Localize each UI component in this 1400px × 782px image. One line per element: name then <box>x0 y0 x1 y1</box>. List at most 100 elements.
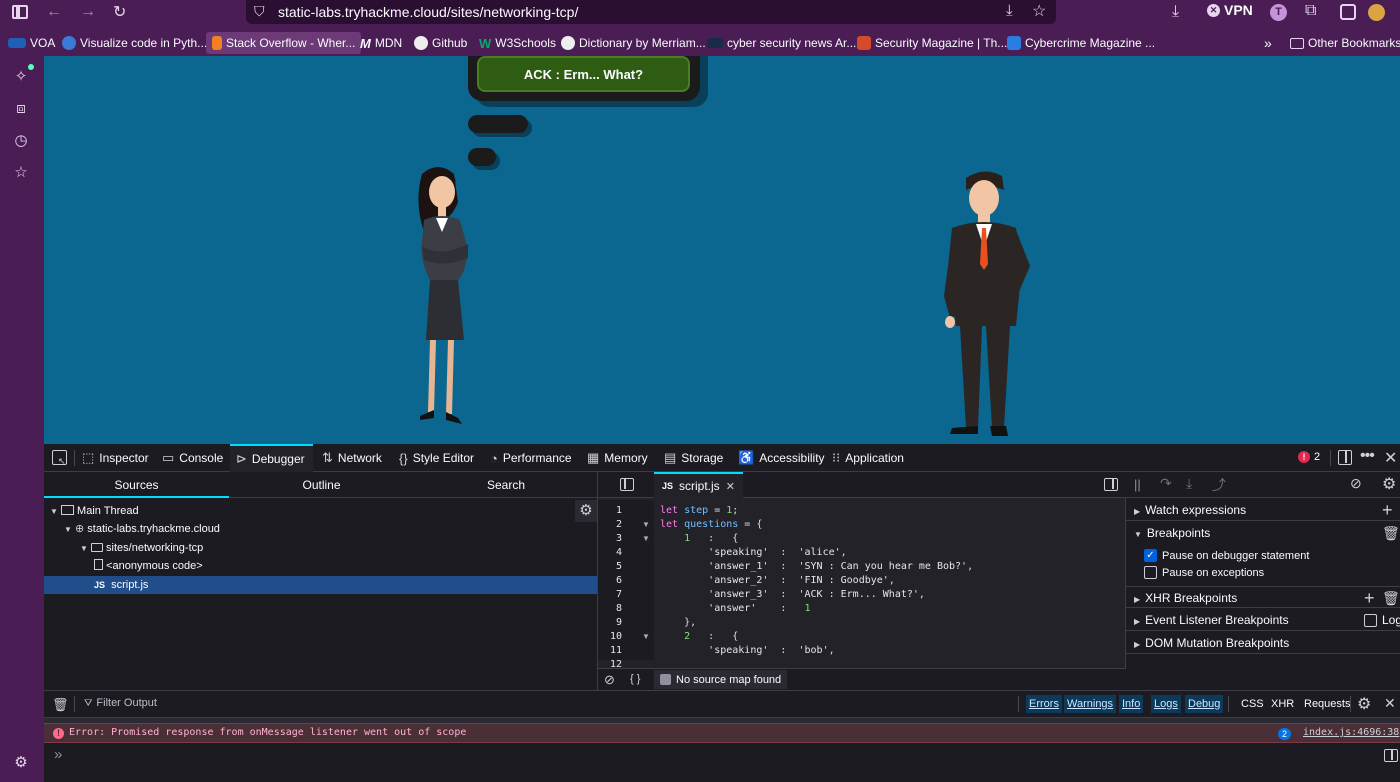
line-number[interactable]: 1 <box>598 504 622 518</box>
trash-icon[interactable]: 🗑 <box>1382 587 1400 609</box>
history-icon[interactable]: ◷ <box>12 132 30 150</box>
fold-toggle-icon[interactable]: ▼ <box>642 630 650 644</box>
toggle-sources-panel-icon[interactable] <box>620 478 634 491</box>
back-icon[interactable]: ← <box>46 3 62 21</box>
filter-css-button[interactable]: CSS <box>1238 695 1267 713</box>
url-text[interactable]: static-labs.tryhackme.cloud/sites/networ… <box>278 4 578 20</box>
bookmark-cybernews[interactable]: cyber security news Ar... <box>707 34 856 52</box>
pause-debugger-option[interactable]: ✓ Pause on debugger statement <box>1144 549 1309 562</box>
bookmark-mdn[interactable]: M MDN <box>360 34 402 52</box>
bookmark-cybercrime[interactable]: Cybercrime Magazine ... <box>1007 34 1155 52</box>
other-bookmarks[interactable]: Other Bookmarks <box>1290 34 1400 52</box>
add-watch-icon[interactable]: + <box>1382 499 1393 521</box>
event-listener-breakpoints-header[interactable]: ▶ Event Listener Breakpoints Log <box>1126 609 1400 631</box>
tab-sources[interactable]: Sources <box>44 472 229 498</box>
console-error-message[interactable]: ! Error: Promised response from onMessag… <box>44 723 1400 743</box>
sidebar-toggle-icon[interactable] <box>12 5 28 19</box>
bookmark-star-icon[interactable]: ☆ <box>1032 1 1046 21</box>
deactivate-breakpoints-icon[interactable]: ⊘ <box>1350 475 1362 492</box>
synced-tabs-icon[interactable]: ⧈ <box>12 100 30 118</box>
filter-output-input[interactable]: ⛛ Filter Output <box>84 697 157 709</box>
bookmarks-star-icon[interactable]: ☆ <box>12 164 30 182</box>
fold-toggle-icon[interactable]: ▼ <box>642 518 650 532</box>
tree-folder[interactable]: ▼ sites/networking-tcp <box>80 539 203 557</box>
line-number[interactable]: 8 <box>598 602 622 616</box>
filter-errors-button[interactable]: Errors <box>1026 695 1062 713</box>
extension-cookie-icon[interactable] <box>1368 4 1385 21</box>
tab-search[interactable]: Search <box>414 472 598 498</box>
filter-info-button[interactable]: Info <box>1119 695 1144 713</box>
extension-square-icon[interactable] <box>1340 4 1356 20</box>
tab-accessibility[interactable]: ♿ Accessibility <box>738 444 825 472</box>
bookmark-merriam[interactable]: Dictionary by Merriam... <box>561 34 706 52</box>
tab-memory[interactable]: ▦ Memory <box>587 444 648 472</box>
close-tab-icon[interactable]: ✕ <box>726 480 735 493</box>
tab-outline[interactable]: Outline <box>229 472 414 498</box>
tab-performance[interactable]: ◔ Performance <box>490 444 572 472</box>
tree-main-thread[interactable]: ▼ Main Thread <box>50 502 139 520</box>
error-count-badge[interactable]: ! 2 <box>1298 451 1320 463</box>
watch-expressions-header[interactable]: ▶ Watch expressions + <box>1126 499 1400 521</box>
line-number[interactable]: 3 <box>598 532 622 546</box>
toggle-right-panel-icon[interactable] <box>1104 478 1118 491</box>
reload-icon[interactable]: ↻ <box>113 2 126 22</box>
bookmark-security-magazine[interactable]: Security Magazine | Th... <box>857 34 1007 52</box>
step-over-icon[interactable]: ↷ <box>1160 475 1172 492</box>
downloads-icon[interactable]: ⤓ <box>1172 3 1179 21</box>
pause-icon[interactable]: || <box>1134 477 1141 492</box>
ack-answer-button[interactable]: ACK : Erm... What? <box>477 56 690 92</box>
extensions-icon[interactable]: ⧉ <box>1305 2 1316 20</box>
xhr-breakpoints-header[interactable]: ▶ XHR Breakpoints + 🗑 <box>1126 586 1400 608</box>
line-number[interactable]: 11 <box>598 644 622 658</box>
editor-tab-script-js[interactable]: JS script.js ✕ <box>654 472 743 498</box>
dock-side-icon[interactable] <box>1338 450 1352 465</box>
braces-icon[interactable]: { } <box>630 673 640 685</box>
close-split-console-icon[interactable]: ✕ <box>1384 695 1396 712</box>
filter-warnings-button[interactable]: Warnings <box>1064 695 1117 713</box>
source-map-status[interactable]: No source map found <box>654 670 788 689</box>
dom-mutation-breakpoints-header[interactable]: ▶ DOM Mutation Breakpoints <box>1126 632 1400 654</box>
add-xhr-breakpoint-icon[interactable]: + <box>1364 587 1375 609</box>
bookmarks-overflow-chevron-icon[interactable]: » <box>1264 34 1272 52</box>
trash-icon[interactable]: 🗑 <box>1382 522 1400 544</box>
toggle-editor-mode-icon[interactable] <box>1384 749 1398 762</box>
line-number[interactable]: 7 <box>598 588 622 602</box>
clear-console-trash-icon[interactable]: 🗑 <box>52 697 69 713</box>
line-number[interactable]: 2 <box>598 518 622 532</box>
tab-inspector[interactable]: ⬚ Inspector <box>82 444 149 472</box>
step-in-icon[interactable]: ⤓ <box>1186 475 1192 492</box>
filter-xhr-button[interactable]: XHR <box>1268 695 1297 713</box>
tab-debugger[interactable]: ⊳ Debugger <box>230 444 313 472</box>
settings-gear-icon[interactable]: ⚙ <box>575 500 597 522</box>
console-input[interactable]: » <box>44 744 1400 782</box>
bookmark-w3schools[interactable]: W W3Schools <box>479 34 556 52</box>
tab-console[interactable]: ▭ Console <box>162 444 223 472</box>
line-number[interactable]: 5 <box>598 560 622 574</box>
filter-debug-button[interactable]: Debug <box>1185 695 1224 713</box>
line-gutter[interactable]: 1 2 ▼ 3 ▼ 4 5 6 7 8 9 10 ▼ 11 12 <box>598 500 654 670</box>
forward-icon[interactable]: → <box>80 3 96 21</box>
tree-domain[interactable]: ▼ ⊕ static-labs.tryhackme.cloud <box>64 520 220 538</box>
debugger-settings-icon[interactable]: ⚙ <box>1382 474 1396 494</box>
tab-application[interactable]: ⁝⁝ Application <box>832 444 904 472</box>
pause-exceptions-checkbox[interactable] <box>1144 566 1157 579</box>
profile-avatar[interactable]: T <box>1270 4 1287 21</box>
error-source-link[interactable]: index.js:4696:38 <box>1303 727 1399 738</box>
bookmark-stackoverflow[interactable]: Stack Overflow - Wher... <box>206 32 362 54</box>
pause-debugger-checkbox[interactable]: ✓ <box>1144 549 1157 562</box>
breakpoints-header[interactable]: ▼ Breakpoints 🗑 <box>1126 522 1400 544</box>
tree-anonymous-code[interactable]: <anonymous code> <box>94 557 203 575</box>
line-number[interactable]: 4 <box>598 546 622 560</box>
fold-toggle-icon[interactable]: ▼ <box>642 532 650 546</box>
bookmark-voa[interactable]: VOA <box>8 34 55 52</box>
tab-network[interactable]: ⇅ Network <box>322 444 382 472</box>
line-number[interactable]: 6 <box>598 574 622 588</box>
step-out-icon[interactable]: ⤴ <box>1212 475 1226 495</box>
close-devtools-icon[interactable]: ✕ <box>1384 448 1397 468</box>
site-info-icon[interactable]: ⛉ <box>254 3 265 20</box>
filter-logs-button[interactable]: Logs <box>1151 695 1181 713</box>
bookmark-pythontutor[interactable]: Visualize code in Pyth... <box>62 34 207 52</box>
element-picker-icon[interactable]: ↖ <box>52 450 67 466</box>
tab-storage[interactable]: ▤ Storage <box>664 444 723 472</box>
bookmark-github[interactable]: Github <box>414 34 467 52</box>
